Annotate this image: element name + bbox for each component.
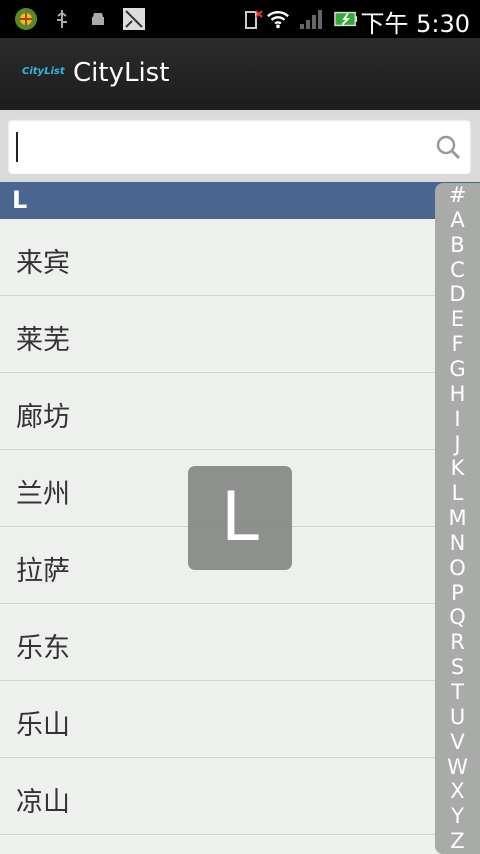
section-header: L [0,182,480,219]
screenshot-icon [122,7,146,31]
battery-icon [334,7,358,31]
index-letter[interactable]: G [435,357,480,381]
search-bar [0,110,480,182]
no-sim-icon [242,7,266,31]
city-name: 兰州 [16,479,70,510]
index-letter[interactable]: K [435,456,480,480]
index-letter[interactable]: R [435,630,480,654]
list-item[interactable]: 乐山 [0,681,480,758]
index-letter[interactable]: B [435,233,480,257]
index-letter[interactable]: S [435,655,480,679]
index-letter[interactable]: H [435,382,480,406]
index-letter[interactable]: E [435,307,480,331]
search-icon[interactable] [435,134,461,160]
index-letter[interactable]: L [435,481,480,505]
page-title: CityList [73,58,170,88]
action-bar: CityList CityList [0,38,480,111]
index-letter[interactable]: U [435,705,480,729]
usb-icon [50,7,74,31]
index-letter[interactable]: F [435,332,480,356]
index-letter[interactable]: Y [435,804,480,828]
city-name: 凉山 [16,787,70,818]
city-name: 莱芜 [16,325,70,356]
list-item[interactable]: 乐东 [0,604,480,681]
app-icon [14,7,38,31]
letter-overlay: L [188,466,292,570]
section-header-letter: L [12,186,28,214]
list-item[interactable]: 莱芜 [0,296,480,373]
city-name: 拉萨 [16,556,70,587]
signal-icon [298,7,322,31]
app-logo: CityList [22,66,65,77]
index-letter[interactable]: C [435,258,480,282]
index-letter[interactable]: N [435,531,480,555]
clock-time: 下午 5:30 [360,10,470,38]
city-name: 廊坊 [16,402,70,433]
city-name: 乐山 [16,710,70,741]
list-item[interactable]: 廊坊 [0,373,480,450]
list-item[interactable]: 凉山 [0,758,480,835]
index-letter[interactable]: M [435,506,480,530]
city-name: 来宾 [16,248,70,279]
index-letter[interactable]: # [435,183,480,207]
index-letter[interactable]: P [435,581,480,605]
index-letter[interactable]: Z [435,829,480,853]
search-input[interactable] [8,119,471,174]
index-letter[interactable]: J [435,432,480,456]
index-letter[interactable]: Q [435,605,480,629]
city-name: 乐东 [16,633,70,664]
alphabet-index-bar[interactable]: # A B C D E F G H I J K L M N O P Q R S T U V W X Y Z [435,183,480,854]
index-letter[interactable]: X [435,779,480,803]
android-debug-icon [86,7,110,31]
index-letter[interactable]: O [435,556,480,580]
status-bar: 下午 5:30 [0,0,480,38]
list-item[interactable]: 来宾 [0,219,480,296]
text-cursor [16,132,18,162]
index-letter[interactable]: T [435,680,480,704]
index-letter[interactable]: D [435,282,480,306]
wifi-icon [266,7,290,31]
index-letter[interactable]: V [435,730,480,754]
index-letter[interactable]: W [435,755,480,779]
index-letter[interactable]: I [435,407,480,431]
index-letter[interactable]: A [435,208,480,232]
